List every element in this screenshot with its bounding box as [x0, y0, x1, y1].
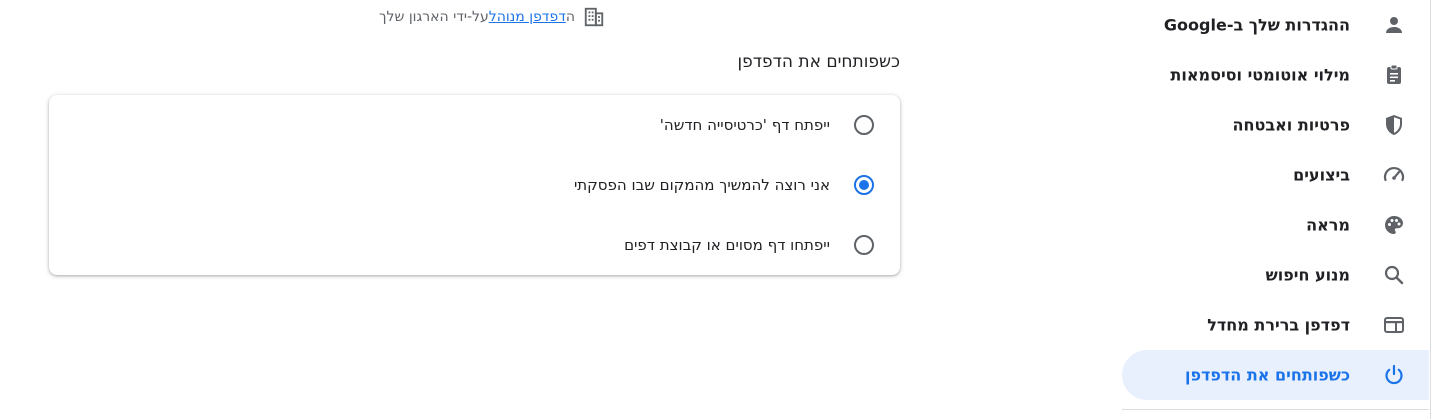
sidebar-item-label: פרטיות ואבטחה [1232, 115, 1350, 135]
section-title: כשפותחים את הדפדפן [737, 52, 900, 72]
shield-icon [1382, 113, 1406, 137]
sidebar-item-performance[interactable]: ביצועים [1122, 150, 1429, 200]
clipboard-icon [1382, 63, 1406, 87]
sidebar-item-label: מנוע חיפוש [1265, 265, 1350, 285]
radio-option-new-tab[interactable]: ייפתח דף 'כרטיסייה חדשה' [49, 95, 900, 155]
browser-window-icon [1382, 313, 1406, 337]
sidebar-item-on-startup[interactable]: כשפותחים את הדפדפן [1122, 350, 1429, 400]
sidebar-item-label: מראה [1306, 215, 1350, 235]
radio-label: ייפתחו דף מסוים או קבוצת דפים [624, 236, 830, 254]
radio-button[interactable] [854, 235, 874, 255]
sidebar-item-label: כשפותחים את הדפדפן [1184, 365, 1350, 385]
sidebar-item-label: ביצועים [1293, 165, 1350, 185]
sidebar-item-default-browser[interactable]: דפדפן ברירת מחדל [1122, 300, 1429, 350]
speedometer-icon [1382, 163, 1406, 187]
palette-icon [1382, 213, 1406, 237]
sidebar-item-you-and-google[interactable]: ההגדרות שלך ב-Google [1122, 0, 1429, 50]
sidebar-item-search-engine[interactable]: מנוע חיפוש [1122, 250, 1429, 300]
sidebar-item-label: מילוי אוטומטי וסיסמאות [1170, 65, 1350, 85]
startup-options-card: ייפתח דף 'כרטיסייה חדשה' אני רוצה להמשיך… [49, 95, 900, 275]
radio-option-specific-pages[interactable]: ייפתחו דף מסוים או קבוצת דפים [49, 215, 900, 275]
sidebar-item-autofill[interactable]: מילוי אוטומטי וסיסמאות [1122, 50, 1429, 100]
radio-label: ייפתח דף 'כרטיסייה חדשה' [659, 116, 830, 134]
managed-prefix: ה [565, 9, 575, 25]
managed-suffix: על-ידי הארגון שלך [378, 9, 489, 25]
managed-browser-link[interactable]: דפדפן מנוהל [489, 9, 566, 25]
sidebar-edge [1430, 0, 1431, 419]
radio-button[interactable] [854, 115, 874, 135]
building-icon [583, 6, 605, 28]
person-icon [1382, 13, 1406, 37]
managed-browser-notice: ה דפדפן מנוהל על-ידי הארגון שלך [379, 6, 605, 28]
sidebar-item-label: דפדפן ברירת מחדל [1207, 315, 1350, 335]
settings-sidebar: ההגדרות שלך ב-Google מילוי אוטומטי וסיסמ… [1122, 0, 1433, 419]
sidebar-item-privacy[interactable]: פרטיות ואבטחה [1122, 100, 1429, 150]
sidebar-item-label: ההגדרות שלך ב-Google [1163, 15, 1350, 35]
sidebar-item-appearance[interactable]: מראה [1122, 200, 1429, 250]
search-icon [1382, 263, 1406, 287]
power-icon [1382, 363, 1406, 387]
radio-button-checked[interactable] [854, 175, 874, 195]
radio-label: אני רוצה להמשיך מהמקום שבו הפסקתי [573, 176, 830, 194]
sidebar-divider [1122, 409, 1429, 410]
radio-option-continue[interactable]: אני רוצה להמשיך מהמקום שבו הפסקתי [49, 155, 900, 215]
